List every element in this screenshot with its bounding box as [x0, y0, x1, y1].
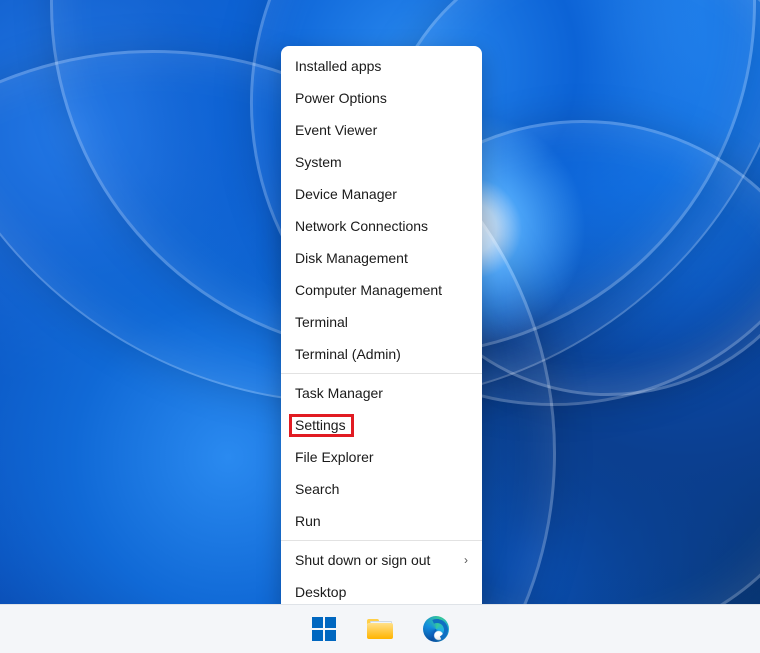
menu-item-label: System: [295, 154, 342, 170]
edge-button[interactable]: [416, 609, 456, 649]
menu-item-label: Terminal (Admin): [295, 346, 401, 362]
menu-item-installed-apps[interactable]: Installed apps: [281, 50, 482, 82]
start-button[interactable]: [304, 609, 344, 649]
menu-item-label: Disk Management: [295, 250, 408, 266]
menu-item-label: Settings: [295, 417, 346, 433]
menu-item-settings[interactable]: Settings: [281, 409, 482, 441]
chevron-right-icon: ›: [464, 553, 468, 567]
menu-item-label: Power Options: [295, 90, 387, 106]
menu-item-event-viewer[interactable]: Event Viewer: [281, 114, 482, 146]
menu-item-label: Shut down or sign out: [295, 552, 430, 568]
menu-item-disk-management[interactable]: Disk Management: [281, 242, 482, 274]
taskbar: [0, 604, 760, 653]
menu-item-system[interactable]: System: [281, 146, 482, 178]
menu-item-power-options[interactable]: Power Options: [281, 82, 482, 114]
menu-item-label: Run: [295, 513, 321, 529]
menu-item-file-explorer[interactable]: File Explorer: [281, 441, 482, 473]
winx-context-menu[interactable]: Installed apps Power Options Event Viewer S…: [281, 46, 482, 612]
menu-item-label: Installed apps: [295, 58, 381, 74]
menu-item-label: Device Manager: [295, 186, 397, 202]
menu-item-label: Search: [295, 481, 339, 497]
menu-item-terminal-admin[interactable]: Terminal (Admin): [281, 338, 482, 370]
menu-item-computer-management[interactable]: Computer Management: [281, 274, 482, 306]
windows-start-icon: [312, 617, 336, 641]
menu-item-device-manager[interactable]: Device Manager: [281, 178, 482, 210]
menu-item-label: Computer Management: [295, 282, 442, 298]
menu-item-label: File Explorer: [295, 449, 374, 465]
menu-item-run[interactable]: Run: [281, 505, 482, 537]
microsoft-edge-icon: [423, 616, 449, 642]
menu-item-label: Network Connections: [295, 218, 428, 234]
menu-item-search[interactable]: Search: [281, 473, 482, 505]
file-explorer-button[interactable]: [360, 609, 400, 649]
menu-item-label: Task Manager: [295, 385, 383, 401]
file-explorer-icon: [367, 619, 393, 639]
menu-separator: [281, 373, 482, 374]
menu-item-task-manager[interactable]: Task Manager: [281, 377, 482, 409]
menu-item-label: Terminal: [295, 314, 348, 330]
menu-item-network-connections[interactable]: Network Connections: [281, 210, 482, 242]
menu-item-label: Event Viewer: [295, 122, 377, 138]
menu-item-terminal[interactable]: Terminal: [281, 306, 482, 338]
menu-item-label: Desktop: [295, 584, 346, 600]
menu-separator: [281, 540, 482, 541]
menu-item-shut-down-or-sign-out[interactable]: Shut down or sign out ›: [281, 544, 482, 576]
